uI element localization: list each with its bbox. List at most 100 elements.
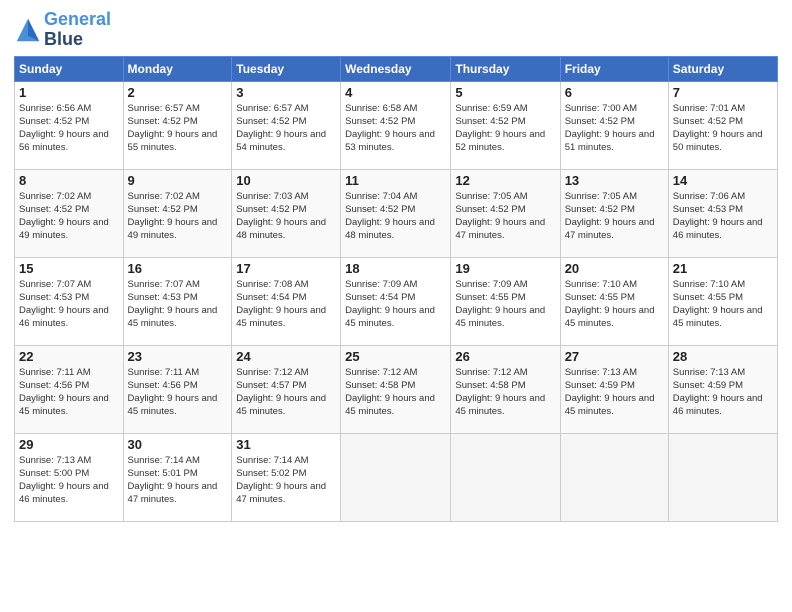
calendar-cell: 1 Sunrise: 6:56 AM Sunset: 4:52 PM Dayli… xyxy=(15,81,124,169)
calendar-cell: 24 Sunrise: 7:12 AM Sunset: 4:57 PM Dayl… xyxy=(232,345,341,433)
day-number: 29 xyxy=(19,437,119,452)
header: GeneralBlue xyxy=(14,10,778,50)
weekday-thursday: Thursday xyxy=(451,56,560,81)
day-info: Sunrise: 7:09 AM Sunset: 4:55 PM Dayligh… xyxy=(455,279,545,330)
logo-text: GeneralBlue xyxy=(44,10,111,50)
calendar-week-0: 1 Sunrise: 6:56 AM Sunset: 4:52 PM Dayli… xyxy=(15,81,778,169)
day-info: Sunrise: 7:11 AM Sunset: 4:56 PM Dayligh… xyxy=(128,367,218,418)
day-number: 10 xyxy=(236,173,336,188)
day-info: Sunrise: 7:02 AM Sunset: 4:52 PM Dayligh… xyxy=(19,191,109,242)
day-number: 28 xyxy=(673,349,773,364)
logo: GeneralBlue xyxy=(14,10,111,50)
calendar-cell: 26 Sunrise: 7:12 AM Sunset: 4:58 PM Dayl… xyxy=(451,345,560,433)
day-number: 1 xyxy=(19,85,119,100)
calendar-cell: 18 Sunrise: 7:09 AM Sunset: 4:54 PM Dayl… xyxy=(341,257,451,345)
calendar-cell: 17 Sunrise: 7:08 AM Sunset: 4:54 PM Dayl… xyxy=(232,257,341,345)
calendar-week-1: 8 Sunrise: 7:02 AM Sunset: 4:52 PM Dayli… xyxy=(15,169,778,257)
day-info: Sunrise: 7:13 AM Sunset: 4:59 PM Dayligh… xyxy=(673,367,763,418)
calendar-cell: 13 Sunrise: 7:05 AM Sunset: 4:52 PM Dayl… xyxy=(560,169,668,257)
day-info: Sunrise: 7:12 AM Sunset: 4:57 PM Dayligh… xyxy=(236,367,326,418)
weekday-wednesday: Wednesday xyxy=(341,56,451,81)
day-number: 14 xyxy=(673,173,773,188)
weekday-header-row: SundayMondayTuesdayWednesdayThursdayFrid… xyxy=(15,56,778,81)
day-info: Sunrise: 7:12 AM Sunset: 4:58 PM Dayligh… xyxy=(455,367,545,418)
day-info: Sunrise: 7:05 AM Sunset: 4:52 PM Dayligh… xyxy=(565,191,655,242)
day-info: Sunrise: 7:13 AM Sunset: 5:00 PM Dayligh… xyxy=(19,455,109,506)
day-info: Sunrise: 6:59 AM Sunset: 4:52 PM Dayligh… xyxy=(455,103,545,154)
day-number: 15 xyxy=(19,261,119,276)
day-number: 3 xyxy=(236,85,336,100)
day-info: Sunrise: 7:00 AM Sunset: 4:52 PM Dayligh… xyxy=(565,103,655,154)
day-info: Sunrise: 7:09 AM Sunset: 4:54 PM Dayligh… xyxy=(345,279,435,330)
day-number: 16 xyxy=(128,261,228,276)
calendar-cell: 10 Sunrise: 7:03 AM Sunset: 4:52 PM Dayl… xyxy=(232,169,341,257)
calendar-week-4: 29 Sunrise: 7:13 AM Sunset: 5:00 PM Dayl… xyxy=(15,433,778,521)
day-info: Sunrise: 7:07 AM Sunset: 4:53 PM Dayligh… xyxy=(128,279,218,330)
calendar-cell: 3 Sunrise: 6:57 AM Sunset: 4:52 PM Dayli… xyxy=(232,81,341,169)
day-info: Sunrise: 7:10 AM Sunset: 4:55 PM Dayligh… xyxy=(673,279,763,330)
day-number: 5 xyxy=(455,85,555,100)
day-info: Sunrise: 7:11 AM Sunset: 4:56 PM Dayligh… xyxy=(19,367,109,418)
day-number: 20 xyxy=(565,261,664,276)
day-number: 11 xyxy=(345,173,446,188)
day-info: Sunrise: 6:58 AM Sunset: 4:52 PM Dayligh… xyxy=(345,103,435,154)
day-number: 18 xyxy=(345,261,446,276)
day-number: 23 xyxy=(128,349,228,364)
weekday-tuesday: Tuesday xyxy=(232,56,341,81)
calendar-cell: 6 Sunrise: 7:00 AM Sunset: 4:52 PM Dayli… xyxy=(560,81,668,169)
day-number: 22 xyxy=(19,349,119,364)
day-number: 19 xyxy=(455,261,555,276)
calendar-cell: 8 Sunrise: 7:02 AM Sunset: 4:52 PM Dayli… xyxy=(15,169,124,257)
weekday-sunday: Sunday xyxy=(15,56,124,81)
day-info: Sunrise: 6:56 AM Sunset: 4:52 PM Dayligh… xyxy=(19,103,109,154)
day-info: Sunrise: 7:04 AM Sunset: 4:52 PM Dayligh… xyxy=(345,191,435,242)
weekday-monday: Monday xyxy=(123,56,232,81)
calendar-cell: 31 Sunrise: 7:14 AM Sunset: 5:02 PM Dayl… xyxy=(232,433,341,521)
calendar-week-3: 22 Sunrise: 7:11 AM Sunset: 4:56 PM Dayl… xyxy=(15,345,778,433)
calendar-cell: 29 Sunrise: 7:13 AM Sunset: 5:00 PM Dayl… xyxy=(15,433,124,521)
calendar-cell: 23 Sunrise: 7:11 AM Sunset: 4:56 PM Dayl… xyxy=(123,345,232,433)
day-number: 12 xyxy=(455,173,555,188)
day-info: Sunrise: 7:08 AM Sunset: 4:54 PM Dayligh… xyxy=(236,279,326,330)
calendar-cell: 25 Sunrise: 7:12 AM Sunset: 4:58 PM Dayl… xyxy=(341,345,451,433)
day-info: Sunrise: 7:14 AM Sunset: 5:01 PM Dayligh… xyxy=(128,455,218,506)
day-info: Sunrise: 7:12 AM Sunset: 4:58 PM Dayligh… xyxy=(345,367,435,418)
day-number: 26 xyxy=(455,349,555,364)
calendar-cell: 11 Sunrise: 7:04 AM Sunset: 4:52 PM Dayl… xyxy=(341,169,451,257)
calendar-cell: 15 Sunrise: 7:07 AM Sunset: 4:53 PM Dayl… xyxy=(15,257,124,345)
weekday-friday: Friday xyxy=(560,56,668,81)
page-container: GeneralBlue SundayMondayTuesdayWednesday… xyxy=(0,0,792,528)
calendar-cell: 19 Sunrise: 7:09 AM Sunset: 4:55 PM Dayl… xyxy=(451,257,560,345)
day-number: 8 xyxy=(19,173,119,188)
day-number: 6 xyxy=(565,85,664,100)
day-number: 4 xyxy=(345,85,446,100)
day-number: 13 xyxy=(565,173,664,188)
day-info: Sunrise: 6:57 AM Sunset: 4:52 PM Dayligh… xyxy=(128,103,218,154)
calendar-cell: 2 Sunrise: 6:57 AM Sunset: 4:52 PM Dayli… xyxy=(123,81,232,169)
day-number: 31 xyxy=(236,437,336,452)
calendar-cell: 20 Sunrise: 7:10 AM Sunset: 4:55 PM Dayl… xyxy=(560,257,668,345)
day-info: Sunrise: 7:06 AM Sunset: 4:53 PM Dayligh… xyxy=(673,191,763,242)
calendar-cell: 27 Sunrise: 7:13 AM Sunset: 4:59 PM Dayl… xyxy=(560,345,668,433)
calendar-cell: 30 Sunrise: 7:14 AM Sunset: 5:01 PM Dayl… xyxy=(123,433,232,521)
day-number: 7 xyxy=(673,85,773,100)
day-number: 27 xyxy=(565,349,664,364)
calendar-cell xyxy=(451,433,560,521)
day-info: Sunrise: 7:13 AM Sunset: 4:59 PM Dayligh… xyxy=(565,367,655,418)
calendar-cell: 28 Sunrise: 7:13 AM Sunset: 4:59 PM Dayl… xyxy=(668,345,777,433)
day-number: 25 xyxy=(345,349,446,364)
calendar-table: SundayMondayTuesdayWednesdayThursdayFrid… xyxy=(14,56,778,522)
weekday-saturday: Saturday xyxy=(668,56,777,81)
day-number: 21 xyxy=(673,261,773,276)
calendar-cell: 12 Sunrise: 7:05 AM Sunset: 4:52 PM Dayl… xyxy=(451,169,560,257)
day-info: Sunrise: 6:57 AM Sunset: 4:52 PM Dayligh… xyxy=(236,103,326,154)
day-number: 30 xyxy=(128,437,228,452)
calendar-cell xyxy=(341,433,451,521)
day-info: Sunrise: 7:10 AM Sunset: 4:55 PM Dayligh… xyxy=(565,279,655,330)
day-info: Sunrise: 7:03 AM Sunset: 4:52 PM Dayligh… xyxy=(236,191,326,242)
calendar-cell: 9 Sunrise: 7:02 AM Sunset: 4:52 PM Dayli… xyxy=(123,169,232,257)
calendar-cell: 22 Sunrise: 7:11 AM Sunset: 4:56 PM Dayl… xyxy=(15,345,124,433)
day-info: Sunrise: 7:05 AM Sunset: 4:52 PM Dayligh… xyxy=(455,191,545,242)
calendar-cell xyxy=(668,433,777,521)
calendar-cell: 16 Sunrise: 7:07 AM Sunset: 4:53 PM Dayl… xyxy=(123,257,232,345)
